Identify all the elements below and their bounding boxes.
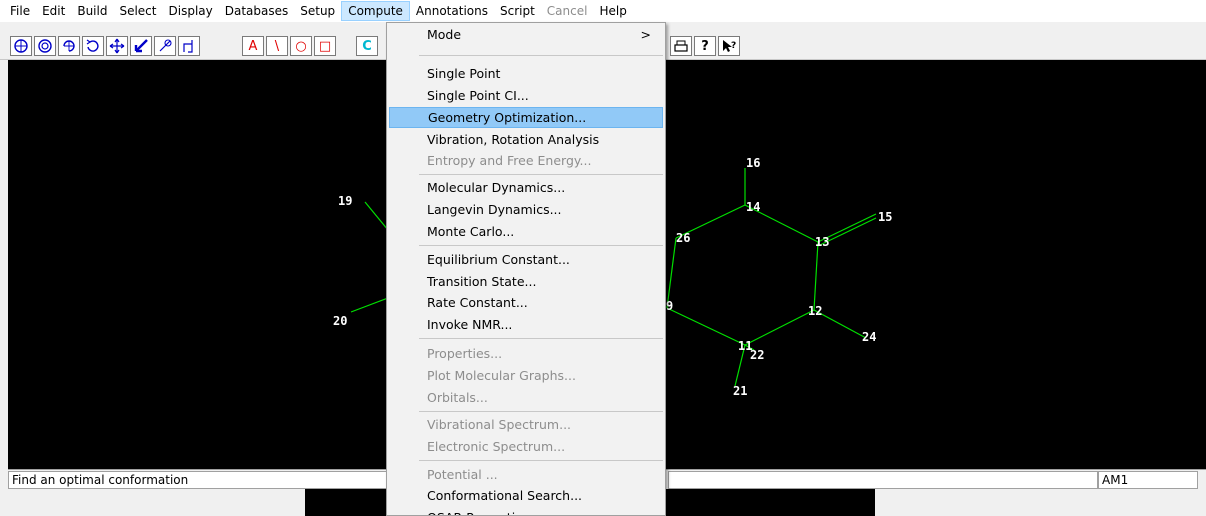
bond-13-12 (813, 241, 819, 311)
text-tool-label: A (248, 38, 258, 54)
menu-file[interactable]: File (4, 1, 36, 21)
menu-item-potential[interactable]: Potential ... (389, 464, 663, 485)
svg-text:?: ? (731, 41, 736, 51)
help-icon[interactable]: ? (694, 36, 716, 56)
menu-item-single-point[interactable]: Single Point (389, 63, 663, 84)
status-method: AM1 (1098, 471, 1198, 489)
bond-11-12 (744, 309, 815, 346)
bond-20 (350, 297, 389, 313)
menu-item-monte-carlo[interactable]: Monte Carlo... (389, 221, 663, 242)
color-tool-button[interactable]: C (356, 36, 378, 56)
atom-label-24: 24 (862, 330, 876, 344)
submenu-arrow-icon: > (640, 27, 651, 42)
atom-label-15: 15 (878, 210, 892, 224)
bond-26-9 (666, 237, 677, 309)
menu-item-transition-state[interactable]: Transition State... (389, 271, 663, 292)
menu-script[interactable]: Script (494, 1, 541, 21)
menu-item-geometry-optimization[interactable]: Geometry Optimization... (389, 107, 663, 128)
menu-databases[interactable]: Databases (219, 1, 295, 21)
menu-separator (419, 411, 663, 412)
status-message: Find an optimal conformation (8, 471, 388, 489)
print-icon[interactable] (670, 36, 692, 56)
menu-item-single-point-ci[interactable]: Single Point CI... (389, 85, 663, 106)
menu-separator (419, 245, 663, 246)
menu-item-mode[interactable]: Mode > (389, 24, 663, 45)
ellipse-tool-label: ○ (295, 38, 307, 54)
menu-item-invoke-nmr[interactable]: Invoke NMR... (389, 314, 663, 335)
menu-separator (419, 338, 663, 339)
rotate-out-of-plane-icon[interactable] (58, 36, 80, 56)
menu-item-vibrational-spectrum[interactable]: Vibrational Spectrum... (389, 414, 663, 435)
menu-separator (419, 55, 663, 56)
menu-item-properties[interactable]: Properties... (389, 343, 663, 364)
menu-item-molecular-dynamics[interactable]: Molecular Dynamics... (389, 177, 663, 198)
atom-label-26: 26 (676, 231, 690, 245)
line-tool-button[interactable]: \ (266, 36, 288, 56)
context-help-icon[interactable]: ? (718, 36, 740, 56)
menu-item-orbitals[interactable]: Orbitals... (389, 387, 663, 408)
menu-separator (419, 174, 663, 175)
menu-edit[interactable]: Edit (36, 1, 71, 21)
menu-annotations[interactable]: Annotations (410, 1, 494, 21)
menu-build[interactable]: Build (71, 1, 113, 21)
atom-label-9: 9 (666, 299, 673, 313)
bond-9-11 (666, 307, 746, 346)
atom-label-14: 14 (746, 200, 760, 214)
draw-ring-tool-icon[interactable] (10, 36, 32, 56)
menu-item-conformational-search[interactable]: Conformational Search... (389, 485, 663, 506)
menu-item-electronic-spectrum[interactable]: Electronic Spectrum... (389, 436, 663, 457)
menu-item-mode-label: Mode (427, 27, 462, 42)
menu-select[interactable]: Select (113, 1, 162, 21)
menu-item-rate-constant[interactable]: Rate Constant... (389, 292, 663, 313)
bond-19 (364, 201, 389, 231)
status-pane-middle (668, 471, 1098, 489)
menu-item-vibration-rotation[interactable]: Vibration, Rotation Analysis (389, 129, 663, 150)
menu-bar: File Edit Build Select Display Databases… (0, 0, 1206, 22)
atom-label-22: 22 (750, 348, 764, 362)
menu-display[interactable]: Display (163, 1, 219, 21)
menu-item-plot-molecular-graphs[interactable]: Plot Molecular Graphs... (389, 365, 663, 386)
rectangle-tool-button[interactable]: □ (314, 36, 336, 56)
atom-label-16: 16 (746, 156, 760, 170)
z-translate-icon[interactable] (130, 36, 152, 56)
translate-icon[interactable] (106, 36, 128, 56)
atom-label-20: 20 (333, 314, 347, 328)
atom-label-19: 19 (338, 194, 352, 208)
rectangle-tool-label: □ (318, 38, 332, 54)
menu-item-langevin-dynamics[interactable]: Langevin Dynamics... (389, 199, 663, 220)
atom-label-21: 21 (733, 384, 747, 398)
zoom-icon[interactable] (154, 36, 176, 56)
ellipse-tool-button[interactable]: ○ (290, 36, 312, 56)
hyperchem-window: File Edit Build Select Display Databases… (0, 0, 1206, 516)
menu-item-entropy[interactable]: Entropy and Free Energy... (389, 150, 663, 171)
rotate-in-plane-icon[interactable] (82, 36, 104, 56)
z-clip-icon[interactable] (178, 36, 200, 56)
menu-item-equilibrium-constant[interactable]: Equilibrium Constant... (389, 249, 663, 270)
menu-setup[interactable]: Setup (294, 1, 341, 21)
menu-help[interactable]: Help (593, 1, 632, 21)
text-tool-button[interactable]: A (242, 36, 264, 56)
atom-label-13: 13 (815, 235, 829, 249)
compute-menu-dropdown: Mode > Single Point Single Point CI... G… (386, 22, 666, 516)
atom-label-12: 12 (808, 304, 822, 318)
line-tool-label: \ (274, 38, 280, 54)
select-ring-tool-icon[interactable] (34, 36, 56, 56)
menu-item-qsar-properties[interactable]: QSAR Properties... (389, 507, 663, 515)
menu-compute[interactable]: Compute (341, 1, 410, 21)
color-tool-label: C (362, 38, 372, 54)
menu-separator (419, 460, 663, 461)
menu-cancel[interactable]: Cancel (541, 1, 594, 21)
